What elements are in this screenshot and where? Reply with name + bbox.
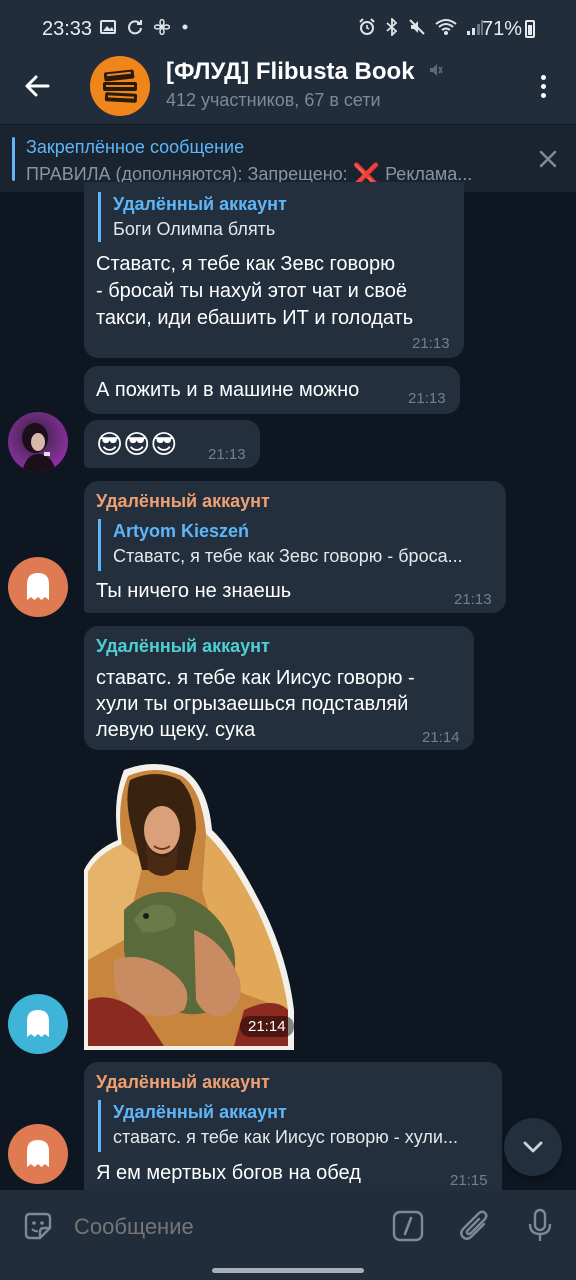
message-time: 21:13 <box>412 335 450 352</box>
message-text: А пожить и в машине можно <box>96 379 360 401</box>
reply-quote[interactable]: Artyom Kieszeń Ставатс, я тебе как Зевс … <box>98 519 495 571</box>
message-text-line: ставатс. я тебе как Иисус говорю - <box>96 667 415 689</box>
sender-name[interactable]: Удалённый аккаунт <box>96 636 270 657</box>
chat-title[interactable]: [ФЛУД] Flibusta Book <box>166 58 443 86</box>
message-time: 21:13 <box>208 446 246 463</box>
sticker-time: 21:14 <box>240 1016 294 1037</box>
battery-indicator: 71% <box>482 18 536 41</box>
message-text-line: такси, иди ебашить ИТ и голодать <box>96 307 414 329</box>
message-bubble[interactable]: Удалённый аккаунт ставатс. я тебе как Ии… <box>84 626 474 750</box>
message-bubble[interactable]: Удалённый аккаунт Удалённый аккаунт став… <box>84 1062 502 1194</box>
slash-command-icon <box>392 1210 424 1242</box>
reply-author: Удалённый аккаунт <box>113 194 287 214</box>
arrow-left-icon <box>25 75 50 97</box>
bot-commands-button[interactable] <box>392 1210 424 1242</box>
pinned-accent-bar <box>12 137 15 181</box>
message-text: Я ем мертвых богов на обед <box>96 1162 361 1184</box>
chat-title-text: [ФЛУД] Flibusta Book <box>166 58 415 85</box>
message-time: 21:13 <box>454 591 492 608</box>
user-avatar[interactable] <box>8 1124 68 1184</box>
close-icon <box>539 150 557 168</box>
reply-author: Удалённый аккаунт <box>113 1102 287 1122</box>
fan-icon <box>153 18 171 36</box>
paperclip-icon <box>460 1210 488 1240</box>
reply-author: Artyom Kieszeń <box>113 521 250 541</box>
sender-name[interactable]: Удалённый аккаунт <box>96 1072 270 1093</box>
message-bubble[interactable]: Удалённый аккаунт Боги Олимпа блять Став… <box>84 182 464 358</box>
chevron-down-icon <box>523 1141 543 1153</box>
message-text-line: хули ты огрызаешься подставляй <box>96 693 409 715</box>
menu-dot-icon <box>540 74 546 80</box>
chat-header: [ФЛУД] Flibusta Book 412 участников, 67 … <box>0 48 576 124</box>
user-avatar[interactable] <box>8 412 68 472</box>
mute-icon <box>409 19 425 35</box>
back-button[interactable] <box>16 64 60 108</box>
scroll-to-bottom-button[interactable] <box>504 1118 562 1176</box>
message-bubble[interactable]: А пожить и в машине можно 21:13 <box>84 366 460 414</box>
attach-button[interactable] <box>458 1208 492 1244</box>
close-pinned-button[interactable] <box>534 145 562 173</box>
user-photo-icon <box>22 423 56 472</box>
status-notification-icons <box>100 17 189 38</box>
message-bubble[interactable]: 😎😎😎 21:13 <box>84 420 260 468</box>
image-icon <box>100 20 116 34</box>
status-bar: 23:33 71% <box>0 0 576 48</box>
user-avatar[interactable] <box>8 557 68 617</box>
pinned-text-before: ПРАВИЛА (дополняются): Запрещено: <box>26 164 353 184</box>
ghost-icon <box>27 1010 49 1037</box>
sticker-smile-icon <box>24 1212 52 1240</box>
message-text: Ты ничего не знаешь <box>96 580 292 602</box>
menu-dot-icon <box>540 92 546 98</box>
message-text-line: левую щеку. сука <box>96 719 256 741</box>
reply-text: Боги Олимпа блять <box>113 219 276 239</box>
chat-avatar[interactable] <box>90 56 150 116</box>
voice-message-button[interactable] <box>524 1208 556 1244</box>
message-time: 21:14 <box>422 729 460 746</box>
message-time: 21:13 <box>408 390 446 407</box>
sender-name[interactable]: Удалённый аккаунт <box>96 491 270 512</box>
bluetooth-icon <box>386 16 398 38</box>
ghost-icon <box>27 573 49 600</box>
emoji-button[interactable] <box>22 1210 54 1242</box>
message-text-line: - бросай ты нахуй этот чат и своё <box>96 280 408 302</box>
reply-quote[interactable]: Удалённый аккаунт Боги Олимпа блять <box>98 192 287 242</box>
more-menu-button[interactable] <box>528 68 558 104</box>
message-input-bar <box>0 1190 576 1280</box>
sticker-image <box>84 764 294 1050</box>
emoji-message: 😎😎😎 <box>96 429 178 459</box>
message-bubble[interactable]: Удалённый аккаунт Artyom Kieszeń Ставатс… <box>84 481 506 613</box>
battery-level: 71% <box>482 18 523 40</box>
battery-icon <box>525 20 536 38</box>
muted-speaker-icon <box>430 64 443 76</box>
user-avatar[interactable] <box>8 994 68 1054</box>
pinned-text-after: Реклама... <box>380 164 473 184</box>
sync-icon <box>128 20 143 35</box>
ghost-icon <box>27 1140 49 1167</box>
microphone-icon <box>528 1208 552 1241</box>
books-icon <box>103 69 138 103</box>
reply-text: ставатс. я тебе как Иисус говорю - хули.… <box>113 1127 458 1147</box>
message-input[interactable] <box>74 1210 374 1244</box>
status-time: 23:33 <box>42 18 93 40</box>
wifi-icon <box>435 19 457 35</box>
reply-quote[interactable]: Удалённый аккаунт ставатс. я тебе как Ии… <box>98 1100 493 1152</box>
message-text-line: Ставатс, я тебе как Зевс говорю <box>96 253 396 275</box>
pinned-title: Закреплённое сообщение <box>26 137 245 157</box>
alarm-icon <box>359 18 375 35</box>
jesus-with-dinosaur-sticker[interactable] <box>84 760 296 1050</box>
dot-icon <box>182 24 188 30</box>
chat-subtitle: 412 участников, 67 в сети <box>166 90 381 110</box>
message-time: 21:15 <box>450 1172 488 1189</box>
status-system-icons <box>358 16 484 38</box>
menu-dot-icon <box>540 83 546 89</box>
reply-text: Ставатс, я тебе как Зевс говорю - броса.… <box>113 546 463 566</box>
home-indicator[interactable] <box>212 1268 364 1273</box>
